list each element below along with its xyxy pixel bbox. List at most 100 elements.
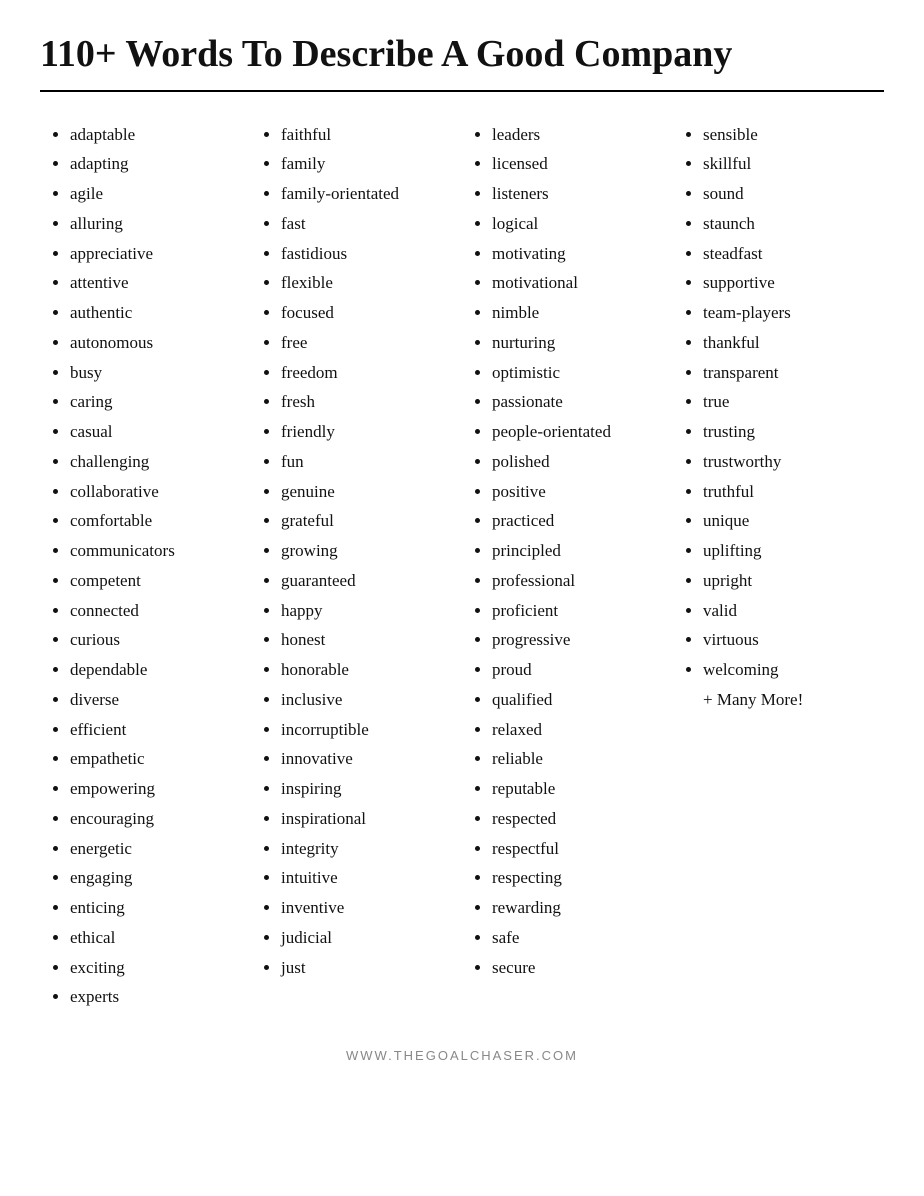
list-item: collaborative <box>70 477 243 507</box>
list-item: staunch <box>703 209 876 239</box>
list-item: free <box>281 328 454 358</box>
columns-container: adaptableadaptingagilealluringappreciati… <box>40 120 884 1013</box>
list-item: professional <box>492 566 665 596</box>
list-item: honest <box>281 625 454 655</box>
list-item: encouraging <box>70 804 243 834</box>
list-item: casual <box>70 417 243 447</box>
list-item: just <box>281 953 454 983</box>
list-item: leaders <box>492 120 665 150</box>
list-item: reliable <box>492 744 665 774</box>
list-item: listeners <box>492 179 665 209</box>
list-item: empathetic <box>70 744 243 774</box>
list-item: team-players <box>703 298 876 328</box>
list-item: uplifting <box>703 536 876 566</box>
list-item: passionate <box>492 387 665 417</box>
list-item: caring <box>70 387 243 417</box>
list-item: transparent <box>703 358 876 388</box>
list-item: safe <box>492 923 665 953</box>
list-item: inventive <box>281 893 454 923</box>
list-item: valid <box>703 596 876 626</box>
list-item: experts <box>70 982 243 1012</box>
list-item: honorable <box>281 655 454 685</box>
list-item: proficient <box>492 596 665 626</box>
column-4: sensibleskillfulsoundstaunchsteadfastsup… <box>673 120 884 1013</box>
list-item: respected <box>492 804 665 834</box>
list-item: intuitive <box>281 863 454 893</box>
list-item: progressive <box>492 625 665 655</box>
list-item: integrity <box>281 834 454 864</box>
list-item: fastidious <box>281 239 454 269</box>
list-item: inspirational <box>281 804 454 834</box>
list-item: positive <box>492 477 665 507</box>
list-item: happy <box>281 596 454 626</box>
column-3: leaderslicensedlistenerslogicalmotivatin… <box>462 120 673 1013</box>
word-list-1: adaptableadaptingagilealluringappreciati… <box>48 120 243 1013</box>
list-item: upright <box>703 566 876 596</box>
list-item: trusting <box>703 417 876 447</box>
list-item: fun <box>281 447 454 477</box>
list-item: comfortable <box>70 506 243 536</box>
list-item: ethical <box>70 923 243 953</box>
footer-text: WWW.THEGOALCHASER.COM <box>40 1048 884 1063</box>
list-item: truthful <box>703 477 876 507</box>
list-item: curious <box>70 625 243 655</box>
list-item: exciting <box>70 953 243 983</box>
list-item: proud <box>492 655 665 685</box>
list-item: nimble <box>492 298 665 328</box>
list-item: welcoming <box>703 655 876 685</box>
list-item: judicial <box>281 923 454 953</box>
list-item: engaging <box>70 863 243 893</box>
list-item: inclusive <box>281 685 454 715</box>
list-item: secure <box>492 953 665 983</box>
list-item: sound <box>703 179 876 209</box>
list-item: autonomous <box>70 328 243 358</box>
list-item: practiced <box>492 506 665 536</box>
list-item: relaxed <box>492 715 665 745</box>
list-item: growing <box>281 536 454 566</box>
list-item: grateful <box>281 506 454 536</box>
list-item: adaptable <box>70 120 243 150</box>
list-item: true <box>703 387 876 417</box>
page-title: 110+ Words To Describe A Good Company <box>40 32 884 92</box>
list-item: dependable <box>70 655 243 685</box>
list-item: supportive <box>703 268 876 298</box>
word-list-4: sensibleskillfulsoundstaunchsteadfastsup… <box>681 120 876 715</box>
list-item: rewarding <box>492 893 665 923</box>
list-item: faithful <box>281 120 454 150</box>
list-item: family <box>281 149 454 179</box>
list-item: thankful <box>703 328 876 358</box>
word-list-2: faithfulfamilyfamily-orientatedfastfasti… <box>259 120 454 983</box>
list-item: empowering <box>70 774 243 804</box>
list-item: virtuous <box>703 625 876 655</box>
list-item: innovative <box>281 744 454 774</box>
list-item: incorruptible <box>281 715 454 745</box>
list-item: people-orientated <box>492 417 665 447</box>
list-item: fresh <box>281 387 454 417</box>
list-item: focused <box>281 298 454 328</box>
list-item: reputable <box>492 774 665 804</box>
list-item: optimistic <box>492 358 665 388</box>
list-item: authentic <box>70 298 243 328</box>
list-item: trustworthy <box>703 447 876 477</box>
list-item: licensed <box>492 149 665 179</box>
list-item: efficient <box>70 715 243 745</box>
list-item: appreciative <box>70 239 243 269</box>
list-item: diverse <box>70 685 243 715</box>
column-1: adaptableadaptingagilealluringappreciati… <box>40 120 251 1013</box>
list-item: competent <box>70 566 243 596</box>
list-item: friendly <box>281 417 454 447</box>
list-item: respecting <box>492 863 665 893</box>
list-item: nurturing <box>492 328 665 358</box>
list-item: logical <box>492 209 665 239</box>
list-item: genuine <box>281 477 454 507</box>
list-item: respectful <box>492 834 665 864</box>
list-item: enticing <box>70 893 243 923</box>
list-item: flexible <box>281 268 454 298</box>
list-item: motivating <box>492 239 665 269</box>
list-item: steadfast <box>703 239 876 269</box>
list-item: agile <box>70 179 243 209</box>
list-item: freedom <box>281 358 454 388</box>
page-wrapper: 110+ Words To Describe A Good Company ad… <box>0 0 924 1087</box>
list-item: communicators <box>70 536 243 566</box>
list-item: adapting <box>70 149 243 179</box>
